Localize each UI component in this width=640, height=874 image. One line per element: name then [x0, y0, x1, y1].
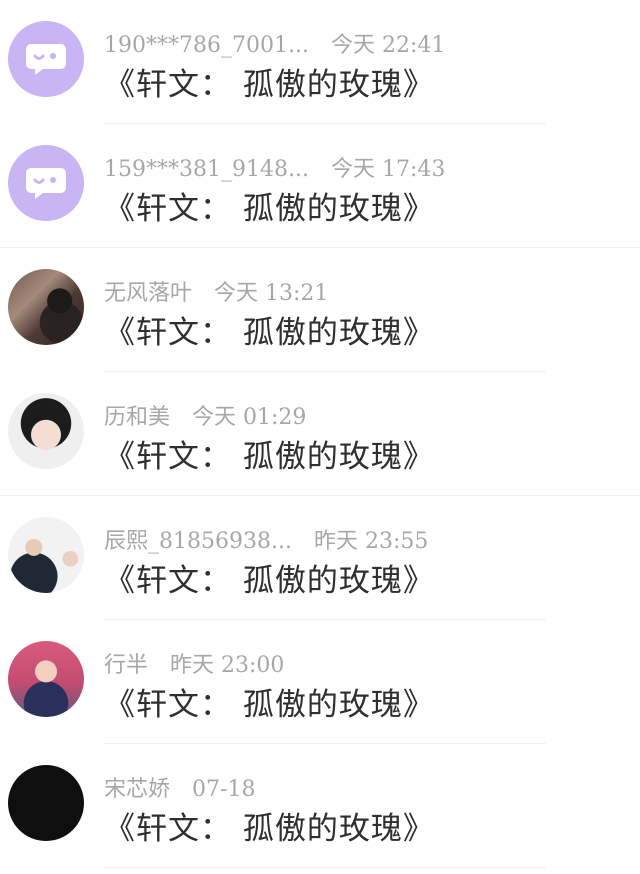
sender-name: 无风落叶 — [104, 281, 193, 306]
avatar[interactable] — [8, 765, 84, 841]
list-item[interactable]: 159***381_9148... 今天 17:43 《轩文： 孤傲的玫瑰》 — [0, 124, 640, 248]
message-meta: 无风落叶 今天 13:21 — [104, 275, 328, 306]
message-text: 《轩文： 孤傲的玫瑰》 — [104, 315, 435, 351]
message-text: 《轩文： 孤傲的玫瑰》 — [104, 67, 435, 103]
list-item[interactable]: 历和美 今天 01:29 《轩文： 孤傲的玫瑰》 — [0, 372, 640, 496]
sender-name: 宋芯娇 — [104, 777, 171, 802]
message-text: 《轩文： 孤傲的玫瑰》 — [104, 191, 435, 227]
message-time: 今天 13:21 — [214, 281, 329, 306]
sender-name: 辰熙_81856938... — [104, 529, 292, 554]
sender-name: 行半 — [104, 653, 149, 678]
message-meta: 辰熙_81856938... 昨天 23:55 — [104, 523, 428, 554]
avatar[interactable] — [8, 269, 84, 345]
sender-name: 159***381_9148... — [104, 157, 309, 182]
message-meta: 宋芯娇 07-18 — [104, 771, 255, 802]
divider — [104, 867, 546, 868]
chat-bubble-icon — [26, 168, 66, 199]
message-meta: 190***786_7001... 今天 22:41 — [104, 27, 445, 58]
list-item[interactable]: 宋芯娇 07-18 《轩文： 孤傲的玫瑰》 — [0, 744, 640, 868]
message-meta: 行半 昨天 23:00 — [104, 647, 284, 678]
message-time: 今天 01:29 — [192, 405, 307, 430]
message-time: 07-18 — [192, 777, 256, 802]
sender-name: 历和美 — [104, 405, 171, 430]
list-item[interactable]: 190***786_7001... 今天 22:41 《轩文： 孤傲的玫瑰》 — [0, 0, 640, 124]
list-item[interactable]: 无风落叶 今天 13:21 《轩文： 孤傲的玫瑰》 — [0, 248, 640, 372]
message-time: 昨天 23:00 — [170, 653, 285, 678]
message-meta: 历和美 今天 01:29 — [104, 399, 306, 430]
list-item[interactable]: 辰熙_81856938... 昨天 23:55 《轩文： 孤傲的玫瑰》 — [0, 496, 640, 620]
message-time: 昨天 23:55 — [313, 529, 429, 554]
message-text: 《轩文： 孤傲的玫瑰》 — [104, 439, 435, 475]
message-list: 190***786_7001... 今天 22:41 《轩文： 孤傲的玫瑰》 15… — [0, 0, 640, 868]
avatar[interactable] — [8, 517, 84, 593]
message-text: 《轩文： 孤傲的玫瑰》 — [104, 811, 435, 847]
avatar[interactable] — [8, 393, 84, 469]
avatar[interactable] — [8, 21, 84, 97]
list-item[interactable]: 行半 昨天 23:00 《轩文： 孤傲的玫瑰》 — [0, 620, 640, 744]
message-time: 今天 22:41 — [330, 33, 446, 58]
message-text: 《轩文： 孤傲的玫瑰》 — [104, 563, 435, 599]
sender-name: 190***786_7001... — [104, 33, 309, 58]
message-text: 《轩文： 孤傲的玫瑰》 — [104, 687, 435, 723]
message-meta: 159***381_9148... 今天 17:43 — [104, 151, 445, 182]
chat-bubble-icon — [26, 44, 66, 75]
avatar[interactable] — [8, 641, 84, 717]
avatar[interactable] — [8, 145, 84, 221]
message-time: 今天 17:43 — [330, 157, 446, 182]
